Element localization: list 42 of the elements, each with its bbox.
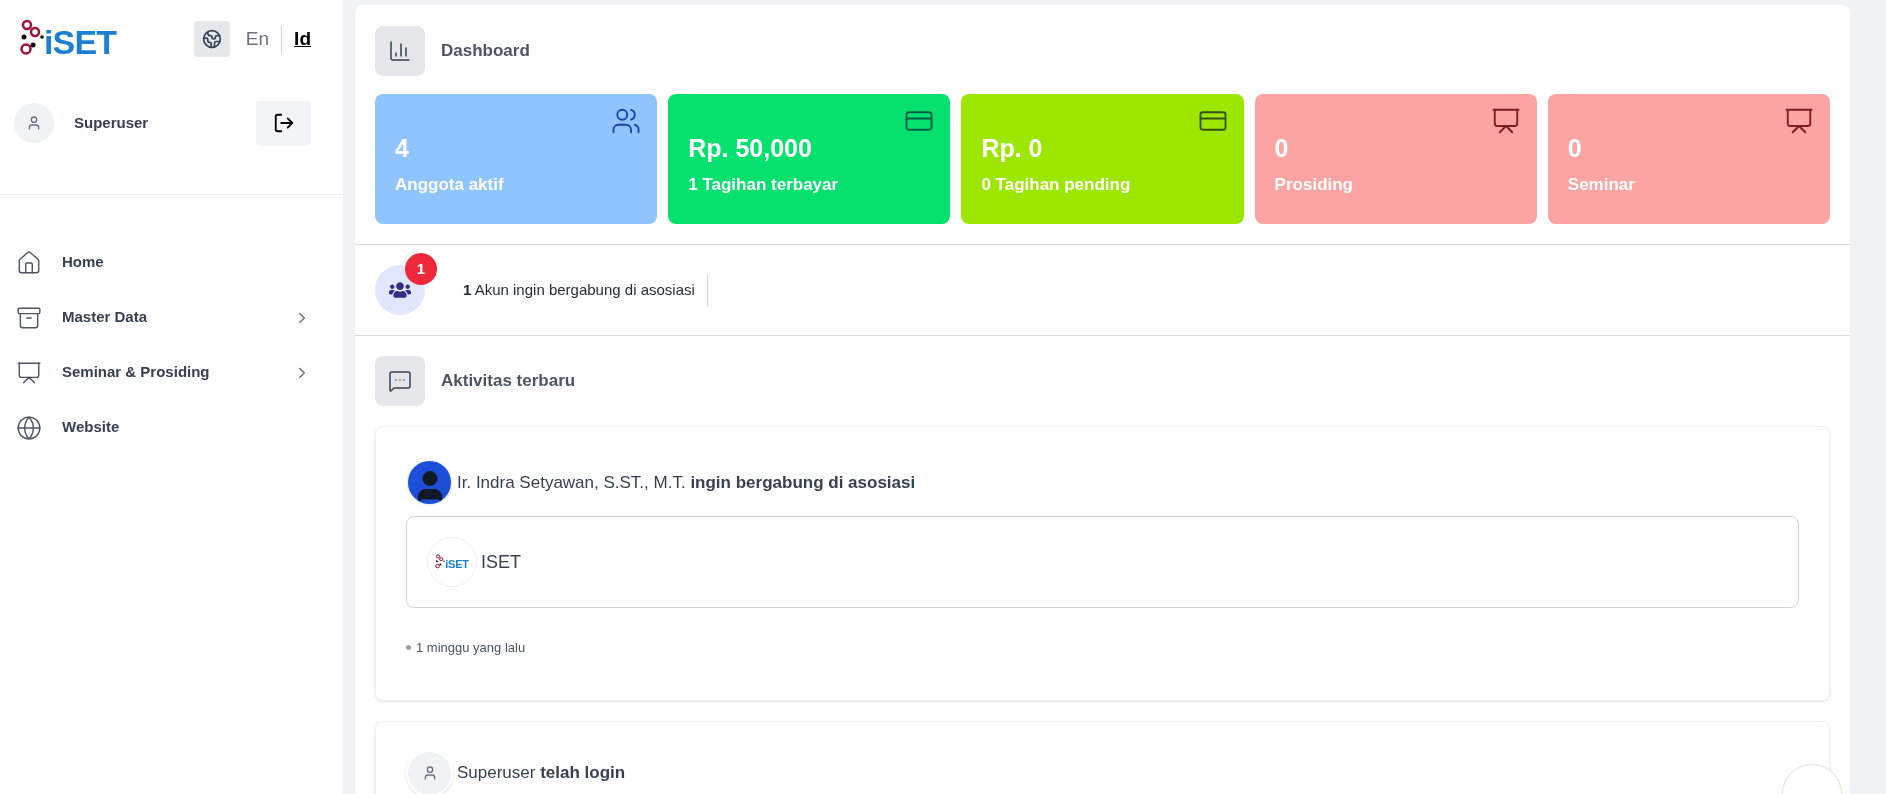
- photo-placeholder: [406, 459, 453, 506]
- stat-value: 0: [1567, 133, 1583, 164]
- section-title: Aktivitas terbaru: [441, 370, 576, 393]
- home-icon: [16, 249, 42, 276]
- nav-item[interactable]: Home: [0, 235, 343, 290]
- logout-icon: [272, 112, 295, 134]
- language-link[interactable]: Id: [294, 24, 311, 54]
- stat-value: 4: [395, 133, 410, 164]
- globe-icon: [201, 29, 222, 49]
- timestamp: 1 minggu yang lalu: [416, 639, 526, 657]
- chart-icon: [388, 39, 412, 63]
- presentation-icon: [1490, 106, 1521, 136]
- stat-label: Seminar: [1567, 174, 1636, 196]
- activity-text: Superuser telah login: [457, 762, 626, 785]
- activity-text: Ir. Indra Setyawan, S.ST., M.T. ingin bergabung di asosiasi: [457, 471, 916, 494]
- nav-item[interactable]: Master Data: [0, 290, 343, 345]
- stat-value: Rp. 0: [981, 133, 1044, 164]
- organization-name: ISET: [481, 550, 521, 574]
- stat-value: Rp. 50,000: [688, 133, 813, 164]
- molecule-icon: [435, 554, 446, 570]
- logout-button[interactable]: [256, 100, 311, 146]
- nav-item[interactable]: Seminar & Prosiding: [0, 345, 343, 400]
- users-icon: [611, 106, 642, 136]
- presentation-icon: [1784, 106, 1814, 136]
- language-link[interactable]: En: [245, 24, 270, 54]
- globe-icon: [16, 414, 42, 441]
- notification-badge: 1: [405, 253, 437, 285]
- logo-text: iSET: [44, 25, 117, 59]
- chat-icon: [388, 369, 412, 393]
- page-title: Dashboard: [441, 40, 530, 63]
- language-button[interactable]: [193, 21, 230, 57]
- users-icon: [389, 279, 411, 301]
- user-icon: [26, 115, 42, 131]
- stat-label: Prosiding: [1274, 174, 1354, 196]
- stat-label: 1 Tagihan terbayar: [688, 174, 840, 196]
- stat-label: Anggota aktif: [395, 174, 505, 196]
- stat-value: 0: [1274, 133, 1290, 164]
- logo-text: iSET: [445, 559, 469, 570]
- nav-item[interactable]: Website: [0, 400, 343, 455]
- user-name: Superuser: [74, 112, 149, 133]
- notification-text: 1 Akun ingin bergabung di asosiasi: [463, 274, 708, 306]
- stat-label: 0 Tagihan pending: [981, 174, 1132, 196]
